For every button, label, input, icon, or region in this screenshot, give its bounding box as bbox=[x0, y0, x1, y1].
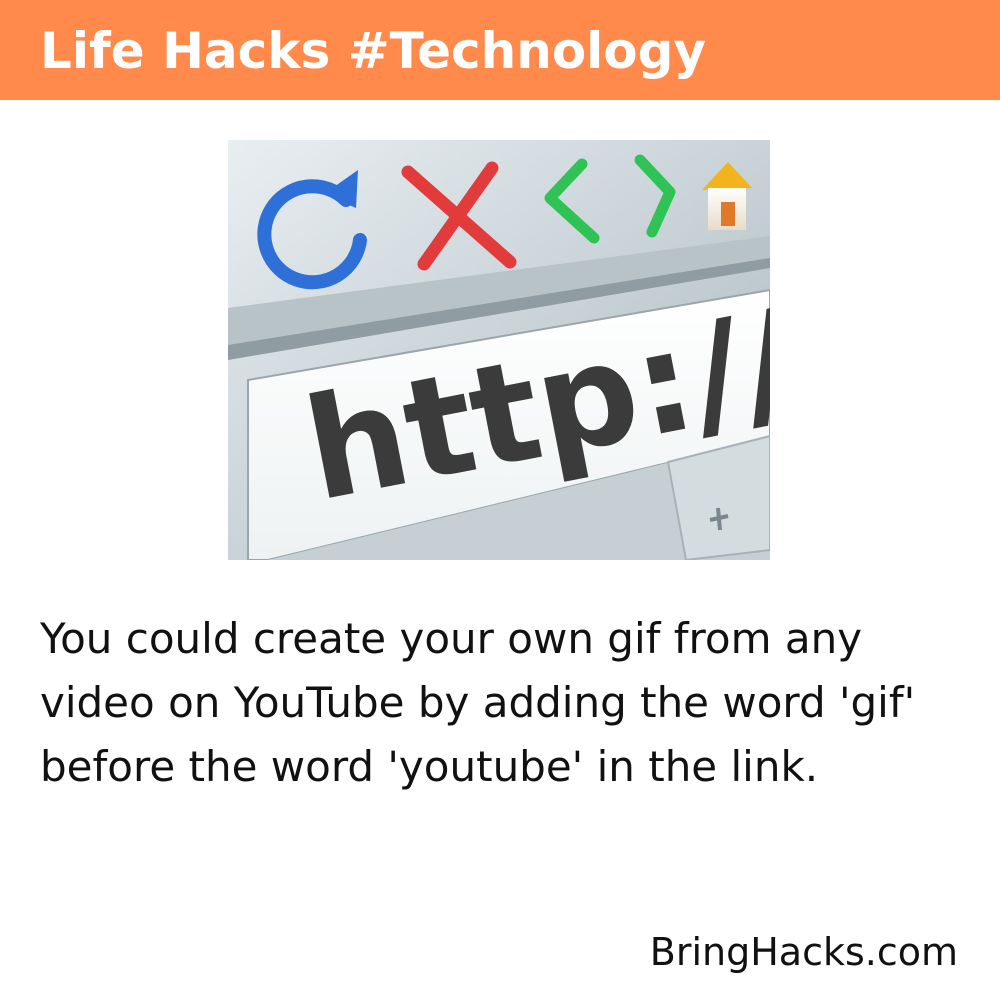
footer-brand: BringHacks.com bbox=[649, 930, 958, 974]
tip-text: You could create your own gif from any v… bbox=[40, 614, 916, 791]
header-title: Life Hacks #Technology bbox=[40, 22, 707, 80]
header-bar: Life Hacks #Technology bbox=[0, 0, 1000, 100]
browser-illustration: http://ww bbox=[228, 140, 770, 560]
